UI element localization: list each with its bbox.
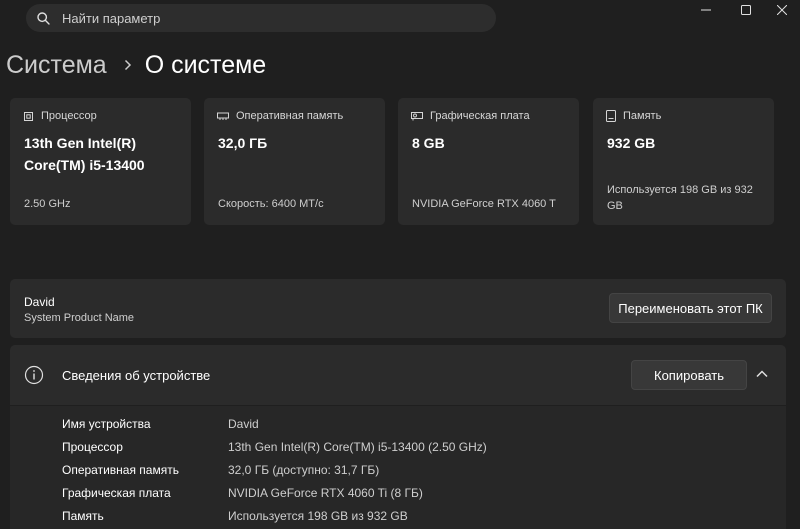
close-icon: [777, 5, 787, 15]
spec-key: Оперативная память: [62, 463, 179, 477]
page-title: О системе: [144, 51, 267, 79]
search-icon: [37, 12, 50, 25]
device-specs-list: Имя устройства David Процессор 13th Gen …: [10, 406, 786, 529]
spec-row: Имя устройства David: [10, 417, 786, 437]
card-storage: Память 932 GB Используется 198 GB из 932…: [593, 98, 774, 225]
pc-name: David: [24, 295, 55, 309]
card-header: Память: [606, 110, 661, 122]
spec-value: 13th Gen Intel(R) Core(TM) i5-13400 (2.5…: [228, 440, 487, 454]
card-subtext: Используется 198 GB из 932 GB: [607, 184, 753, 212]
spec-value: Используется 198 GB из 932 GB: [228, 509, 408, 523]
pc-name-panel: David System Product Name Переименовать …: [10, 279, 786, 338]
spec-row: Память Используется 198 GB из 932 GB: [10, 509, 786, 529]
card-subtext: 2.50 GHz: [24, 198, 71, 210]
search-box[interactable]: [26, 4, 496, 32]
ram-icon: [217, 112, 229, 120]
spec-value: David: [228, 417, 259, 431]
card-header-label: Процессор: [41, 110, 97, 122]
card-header: Графическая плата: [411, 110, 530, 122]
spec-row: Графическая плата NVIDIA GeForce RTX 406…: [10, 486, 786, 506]
card-value: 932 GB: [607, 135, 656, 151]
card-subtext: Скорость: 6400 МТ/с: [218, 198, 324, 210]
chevron-right-icon: [124, 59, 132, 71]
device-specs-header[interactable]: Сведения об устройстве Копировать: [10, 345, 786, 405]
search-input[interactable]: [60, 4, 480, 32]
card-header: Процессор: [23, 110, 97, 122]
gpu-icon: [411, 112, 423, 121]
minimize-icon: [701, 9, 711, 11]
close-button[interactable]: [764, 0, 800, 20]
device-specs-title: Сведения об устройстве: [62, 368, 211, 383]
card-header: Оперативная память: [217, 110, 343, 122]
spec-key: Имя устройства: [62, 417, 151, 431]
minimize-button[interactable]: [688, 0, 724, 20]
card-header-label: Память: [623, 110, 662, 122]
spec-key: Процессор: [62, 440, 123, 454]
spec-key: Графическая плата: [62, 486, 171, 500]
storage-icon: [606, 110, 616, 122]
spec-row: Процессор 13th Gen Intel(R) Core(TM) i5-…: [10, 440, 786, 460]
pc-model: System Product Name: [24, 312, 135, 324]
maximize-button[interactable]: [728, 0, 764, 20]
breadcrumb: Система О системе: [6, 48, 266, 82]
card-gpu: Графическая плата 8 GB NVIDIA GeForce RT…: [398, 98, 579, 225]
spec-value: NVIDIA GeForce RTX 4060 Ti (8 ГБ): [228, 486, 423, 500]
card-header-label: Оперативная память: [236, 110, 344, 122]
breadcrumb-parent-link[interactable]: Система: [6, 48, 107, 82]
spec-key: Память: [62, 509, 104, 523]
card-ram: Оперативная память 32,0 ГБ Скорость: 640…: [204, 98, 385, 225]
spec-row: Оперативная память 32,0 ГБ (доступно: 31…: [10, 463, 786, 483]
card-header-label: Графическая плата: [430, 110, 530, 122]
card-processor: Процессор 13th Gen Intel(R) Core(TM) i5-…: [10, 98, 191, 225]
card-value: 13th Gen Intel(R) Core(TM) i5-13400: [24, 135, 145, 173]
card-value: 32,0 ГБ: [218, 135, 268, 151]
spec-value: 32,0 ГБ (доступно: 31,7 ГБ): [228, 463, 380, 477]
chevron-up-icon[interactable]: [755, 367, 769, 381]
maximize-icon: [741, 5, 751, 15]
copy-button[interactable]: Копировать: [631, 360, 747, 390]
rename-pc-button[interactable]: Переименовать этот ПК: [609, 293, 772, 323]
info-icon: [24, 365, 44, 385]
card-subtext: NVIDIA GeForce RTX 4060 T: [412, 198, 556, 210]
card-value: 8 GB: [412, 135, 445, 151]
processor-icon: [24, 111, 33, 121]
